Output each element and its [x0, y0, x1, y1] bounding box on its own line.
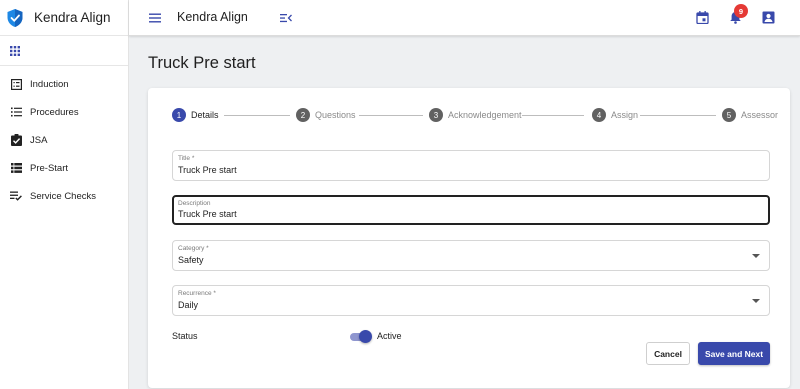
status-label: Status [172, 331, 198, 341]
sidebar-item-label: Procedures [30, 106, 79, 118]
menu-icon[interactable] [149, 12, 161, 24]
chevron-down-icon[interactable] [752, 253, 760, 258]
list-icon [10, 106, 22, 118]
step-label: Details [191, 110, 219, 120]
status-toggle-label: Active [377, 331, 402, 341]
brand[interactable]: Kendra Align [0, 0, 128, 36]
step-details[interactable]: 1 Details [172, 107, 219, 123]
sidebar-item-jsa[interactable]: JSA [0, 126, 128, 154]
form-card: 1 Details 2 Questions 3 Acknowledgement … [148, 88, 790, 388]
brand-name: Kendra Align [34, 10, 111, 25]
notification-count-badge: 9 [734, 4, 748, 18]
step-connector [359, 115, 423, 116]
field-label: Title * [178, 155, 195, 162]
step-number: 2 [296, 108, 310, 122]
step-connector [224, 115, 290, 116]
toggle-thumb [359, 330, 372, 343]
list-alt-icon [10, 78, 22, 90]
menu-open-icon[interactable] [280, 12, 292, 24]
sidebar-item-induction[interactable]: Induction [0, 70, 128, 98]
sidebar-item-procedures[interactable]: Procedures [0, 98, 128, 126]
sidebar-item-pre-start[interactable]: Pre-Start [0, 154, 128, 182]
calendar-icon[interactable] [696, 11, 709, 24]
description-field[interactable]: Description [172, 195, 770, 225]
step-label: Acknowledgement [448, 110, 522, 120]
recurrence-select[interactable]: Recurrence * Daily [172, 285, 770, 316]
category-value: Safety [178, 255, 204, 265]
sidebar: Kendra Align Induction Procedures JSA Pr… [0, 0, 129, 389]
playlist-check-icon [10, 190, 22, 202]
clipboard-check-icon [10, 134, 22, 146]
step-label: Questions [315, 110, 356, 120]
description-input[interactable] [178, 209, 738, 219]
view-list-icon [10, 162, 22, 174]
title-input[interactable] [178, 165, 738, 175]
recurrence-value: Daily [178, 300, 199, 310]
account-box-icon[interactable] [762, 11, 775, 24]
category-select[interactable]: Category * Safety [172, 240, 770, 271]
sidebar-item-label: Induction [30, 78, 69, 90]
step-acknowledgement[interactable]: 3 Acknowledgement [429, 107, 522, 123]
title-field[interactable]: Title * [172, 150, 770, 181]
step-label: Assessor [741, 110, 779, 120]
step-number: 3 [429, 108, 443, 122]
step-connector [522, 115, 584, 116]
save-and-next-button[interactable]: Save and Next [698, 342, 770, 365]
step-assign[interactable]: 4 Assign [592, 107, 638, 123]
step-number: 1 [172, 108, 186, 122]
status-toggle[interactable] [350, 330, 372, 344]
shield-check-logo-icon [7, 8, 23, 27]
topbar-title: Kendra Align [177, 10, 248, 24]
page-title: Truck Pre start [148, 54, 256, 72]
sidebar-item-label: Pre-Start [30, 162, 69, 174]
sidebar-item-service-checks[interactable]: Service Checks [0, 182, 128, 210]
step-number: 5 [722, 108, 736, 122]
step-connector [640, 115, 716, 116]
field-label: Recurrence * [178, 290, 216, 297]
apps-row [0, 36, 128, 66]
step-label: Assign [611, 110, 639, 120]
step-number: 4 [592, 108, 606, 122]
cancel-button[interactable]: Cancel [646, 342, 690, 365]
grid-apps-icon[interactable] [10, 45, 20, 56]
sidebar-item-label: JSA [30, 134, 48, 146]
stepper: 1 Details 2 Questions 3 Acknowledgement … [172, 107, 778, 123]
step-questions[interactable]: 2 Questions [296, 107, 356, 123]
chevron-down-icon[interactable] [752, 298, 760, 303]
top-app-bar: Kendra Align [129, 0, 800, 36]
sidebar-item-label: Service Checks [30, 190, 96, 202]
field-label: Description [178, 200, 211, 207]
step-assessor[interactable]: 5 Assessor [722, 107, 778, 123]
field-label: Category * [178, 245, 209, 252]
